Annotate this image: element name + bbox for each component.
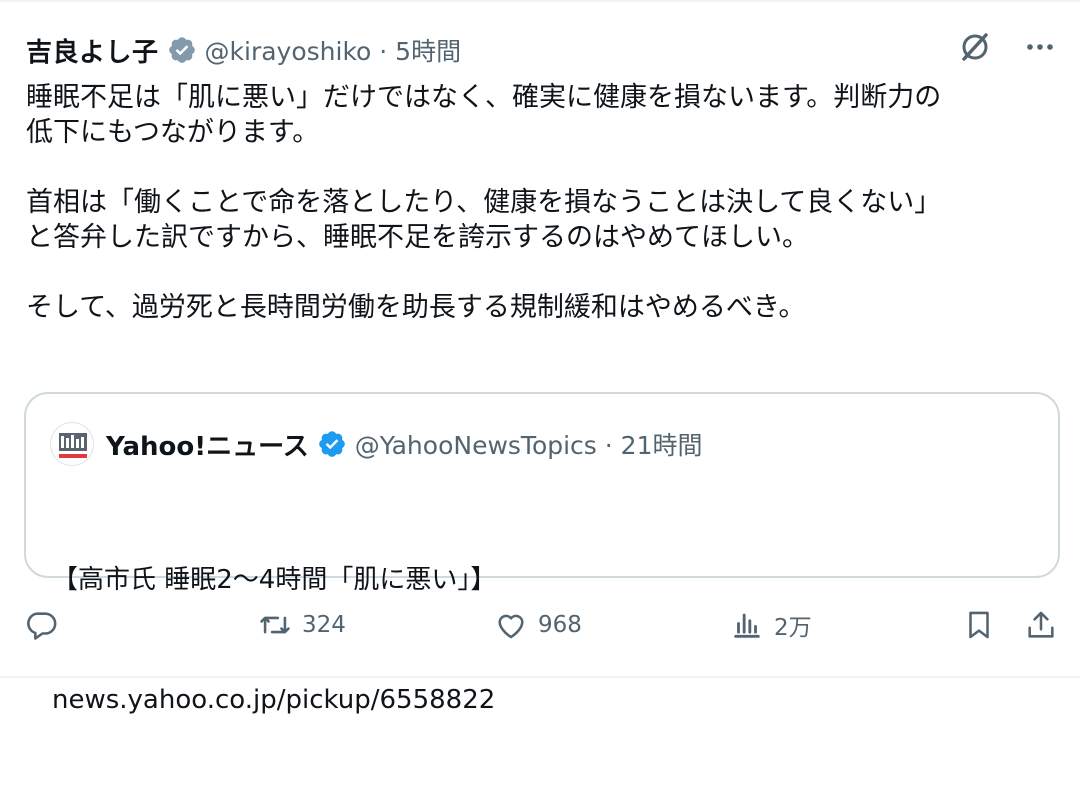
- more-icon[interactable]: [1024, 31, 1056, 63]
- retweet-button[interactable]: 324: [258, 600, 346, 650]
- views-button[interactable]: 2万: [730, 600, 812, 650]
- like-count: 968: [538, 612, 582, 638]
- like-button[interactable]: 968: [494, 600, 582, 650]
- reply-button[interactable]: [24, 600, 58, 650]
- quote-author-name[interactable]: Yahoo!ニュース: [106, 426, 309, 463]
- views-icon: [730, 608, 764, 642]
- reply-icon: [24, 608, 58, 642]
- grok-icon[interactable]: [958, 30, 992, 64]
- tweet-header: 吉良よし子 @kirayoshiko · 5時間: [26, 30, 461, 70]
- bookmark-button[interactable]: [962, 600, 996, 650]
- retweet-count: 324: [302, 612, 346, 638]
- tweet-actions: 324 968 2万: [0, 600, 1080, 650]
- quote-header: Yahoo!ニュース @YahooNewsTopics · 21時間: [50, 422, 702, 466]
- handle-and-time[interactable]: @kirayoshiko · 5時間: [205, 32, 462, 68]
- verified-icon: [317, 429, 347, 459]
- quote-handle-and-time[interactable]: @YahooNewsTopics · 21時間: [355, 426, 703, 462]
- top-actions: [958, 30, 1056, 64]
- yahoo-avatar[interactable]: [50, 422, 94, 466]
- like-icon: [494, 608, 528, 642]
- views-count: 2万: [774, 608, 812, 642]
- quote-link[interactable]: news.yahoo.co.jp/pickup/6558822: [52, 680, 1032, 720]
- tweet-text: 睡眠不足は「肌に悪い」だけではなく、確実に健康を損ないます。判断力の 低下にもつ…: [26, 80, 1056, 325]
- verified-icon: [167, 35, 197, 65]
- bookmark-icon: [962, 608, 996, 642]
- author-name[interactable]: 吉良よし子: [26, 32, 159, 69]
- quote-title: 【高市氏 睡眠2〜4時間「肌に悪い」】: [52, 560, 1032, 600]
- top-divider: [0, 0, 1080, 2]
- share-button[interactable]: [1024, 600, 1058, 650]
- retweet-icon: [258, 608, 292, 642]
- share-icon: [1024, 608, 1058, 642]
- quote-tweet-card[interactable]: Yahoo!ニュース @YahooNewsTopics · 21時間 【高市氏 …: [24, 392, 1060, 578]
